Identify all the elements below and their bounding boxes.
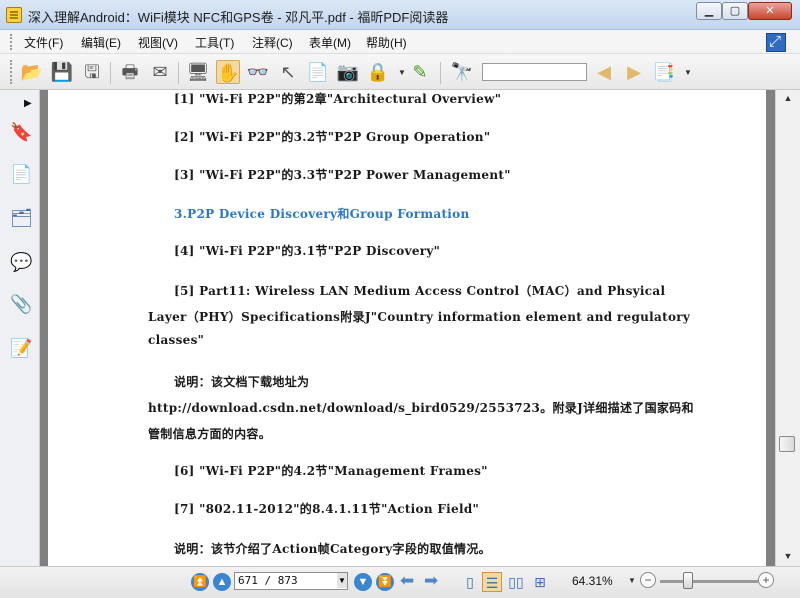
find-options-dropdown-icon[interactable]: ▼ <box>684 68 692 77</box>
side-panel: 🔖 📄 🗂 💬 📎 📝 <box>0 90 40 566</box>
monitor-icon[interactable]: 🖥 <box>186 60 210 84</box>
toolbar-separator <box>178 62 179 84</box>
rms-dropdown-icon[interactable]: ▼ <box>398 68 406 77</box>
go-forward-icon[interactable]: ➡ <box>424 571 438 591</box>
rms-lock-icon[interactable]: 🔒 <box>366 60 390 84</box>
text-line: [6] "Wi-Fi P2P"的4.2节"Management Frames" <box>174 464 488 478</box>
text-line: http://download.csdn.net/download/s_bird… <box>148 401 694 415</box>
continuous-view-icon[interactable]: ☰ <box>482 572 502 592</box>
menu-edit[interactable]: 编辑(E) <box>81 34 121 51</box>
document-view[interactable]: [1] "Wi-Fi P2P"的第2章"Architectural Overvi… <box>40 90 775 566</box>
toolbar-separator <box>440 62 441 84</box>
open-folder-icon[interactable]: 📂 <box>20 60 44 84</box>
next-page-icon[interactable]: ▼ <box>354 573 372 591</box>
search-input[interactable] <box>482 63 587 81</box>
menu-bar: 文件(F) 编辑(E) 视图(V) 工具(T) 注释(C) 表单(M) 帮助(H… <box>0 30 800 54</box>
scroll-down-icon[interactable]: ▼ <box>780 548 796 564</box>
select-arrow-icon[interactable]: ↖ <box>276 60 300 84</box>
text-line: [3] "Wi-Fi P2P"的3.3节"P2P Power Managemen… <box>174 168 511 182</box>
text-line: [4] "Wi-Fi P2P"的3.1节"P2P Discovery" <box>174 244 441 258</box>
zoom-in-icon[interactable]: + <box>758 572 774 588</box>
window-title: 深入理解Android：WiFi模块 NFC和GPS卷 - 邓凡平.pdf - … <box>28 10 449 25</box>
continuous-facing-view-icon[interactable]: ⊞ <box>530 572 550 592</box>
toolbar: 📂 💾 🖫 🖶 ✉ 🖥 ✋ 👓 ↖ 📄 📷 🔒 ▼ ✎ 🔭 ◀ ▶ 📑 ▼ <box>0 54 800 90</box>
text-line: 说明：该文档下载地址为 <box>174 375 310 389</box>
app-icon <box>6 7 22 23</box>
snapshot-icon[interactable]: 📷 <box>336 60 360 84</box>
menu-grip[interactable] <box>10 34 14 50</box>
section-heading: 3.P2P Device Discovery和Group Formation <box>174 207 470 221</box>
minimize-button[interactable]: ▁ <box>696 2 722 20</box>
text-line: [1] "Wi-Fi P2P"的第2章"Architectural Overvi… <box>174 92 502 106</box>
find-next-icon[interactable]: ▶ <box>622 60 646 84</box>
text-line: [7] "802.11-2012"的8.4.1.11节"Action Field… <box>174 502 480 516</box>
vertical-scrollbar[interactable]: ▲ ▼ <box>775 90 800 566</box>
text-line: Layer（PHY）Specifications附录J"Country info… <box>148 310 691 324</box>
zoom-dropdown-icon[interactable]: ▼ <box>628 576 636 585</box>
side-panel-toggle-icon[interactable]: ▶ <box>24 98 32 109</box>
save-as-icon[interactable]: 🖫 <box>80 60 104 84</box>
menu-tools[interactable]: 工具(T) <box>195 34 234 51</box>
sign-icon[interactable]: ✎ <box>408 60 432 84</box>
page-dropdown-icon[interactable]: ▼ <box>337 573 347 588</box>
scroll-thumb[interactable] <box>779 436 795 452</box>
attachments-icon[interactable]: 📎 <box>10 292 32 316</box>
toolbar-separator <box>110 62 111 84</box>
text-line: classes" <box>148 333 205 347</box>
pages-icon[interactable]: 📄 <box>10 162 32 186</box>
text-line: [2] "Wi-Fi P2P"的3.2节"P2P Group Operation… <box>174 130 491 144</box>
previous-page-icon[interactable]: ▲ <box>213 573 231 591</box>
pdf-page: [1] "Wi-Fi P2P"的第2章"Architectural Overvi… <box>48 90 766 566</box>
zoom-out-icon[interactable]: − <box>640 572 656 588</box>
glasses-icon[interactable]: 👓 <box>246 60 270 84</box>
hand-tool-icon[interactable]: ✋ <box>216 60 240 84</box>
menu-help[interactable]: 帮助(H) <box>366 34 407 51</box>
maximize-button[interactable]: ▢ <box>722 2 748 20</box>
layers-icon[interactable]: 🗂 <box>10 206 33 230</box>
last-page-icon[interactable]: ⏬ <box>376 573 394 591</box>
toolbar-grip[interactable] <box>10 60 14 84</box>
print-icon[interactable]: 🖶 <box>118 60 142 84</box>
text-line: 管制信息方面的内容。 <box>148 427 272 441</box>
comments-icon[interactable]: 💬 <box>10 250 32 274</box>
find-options-icon[interactable]: 📑 <box>652 60 676 84</box>
status-bar: ⏫ ▲ 671 / 873 ▼ ▼ ⏬ ⬅ ➡ ▯ ☰ ▯▯ ⊞ 64.31% … <box>0 566 800 598</box>
go-back-icon[interactable]: ⬅ <box>400 571 414 591</box>
text-select-icon[interactable]: 📄 <box>306 60 330 84</box>
text-line: [5] Part11: Wireless LAN Medium Access C… <box>174 284 666 298</box>
bookmarks-icon[interactable]: 🔖 <box>10 120 32 144</box>
page-number-input[interactable]: 671 / 873 <box>234 572 348 590</box>
zoom-slider-track[interactable] <box>660 580 758 583</box>
single-page-view-icon[interactable]: ▯ <box>460 572 480 592</box>
menu-view[interactable]: 视图(V) <box>138 34 178 51</box>
facing-view-icon[interactable]: ▯▯ <box>506 572 526 592</box>
signatures-icon[interactable]: 📝 <box>10 336 32 360</box>
title-bar: 深入理解Android：WiFi模块 NFC和GPS卷 - 邓凡平.pdf - … <box>0 0 800 30</box>
fullscreen-icon[interactable] <box>766 33 786 52</box>
menu-comment[interactable]: 注释(C) <box>252 34 293 51</box>
zoom-level[interactable]: 64.31% <box>572 574 613 588</box>
menu-form[interactable]: 表单(M) <box>309 34 351 51</box>
zoom-slider-thumb[interactable] <box>683 572 693 589</box>
find-previous-icon[interactable]: ◀ <box>592 60 616 84</box>
menu-file[interactable]: 文件(F) <box>24 34 63 51</box>
first-page-icon[interactable]: ⏫ <box>191 573 209 591</box>
text-line: 说明：该节介绍了Action帧Category字段的取值情况。 <box>174 542 491 556</box>
close-button[interactable]: ✕ <box>748 2 792 20</box>
scroll-up-icon[interactable]: ▲ <box>780 90 796 106</box>
save-icon[interactable]: 💾 <box>50 60 74 84</box>
email-icon[interactable]: ✉ <box>148 60 172 84</box>
find-binoculars-icon[interactable]: 🔭 <box>450 60 474 84</box>
